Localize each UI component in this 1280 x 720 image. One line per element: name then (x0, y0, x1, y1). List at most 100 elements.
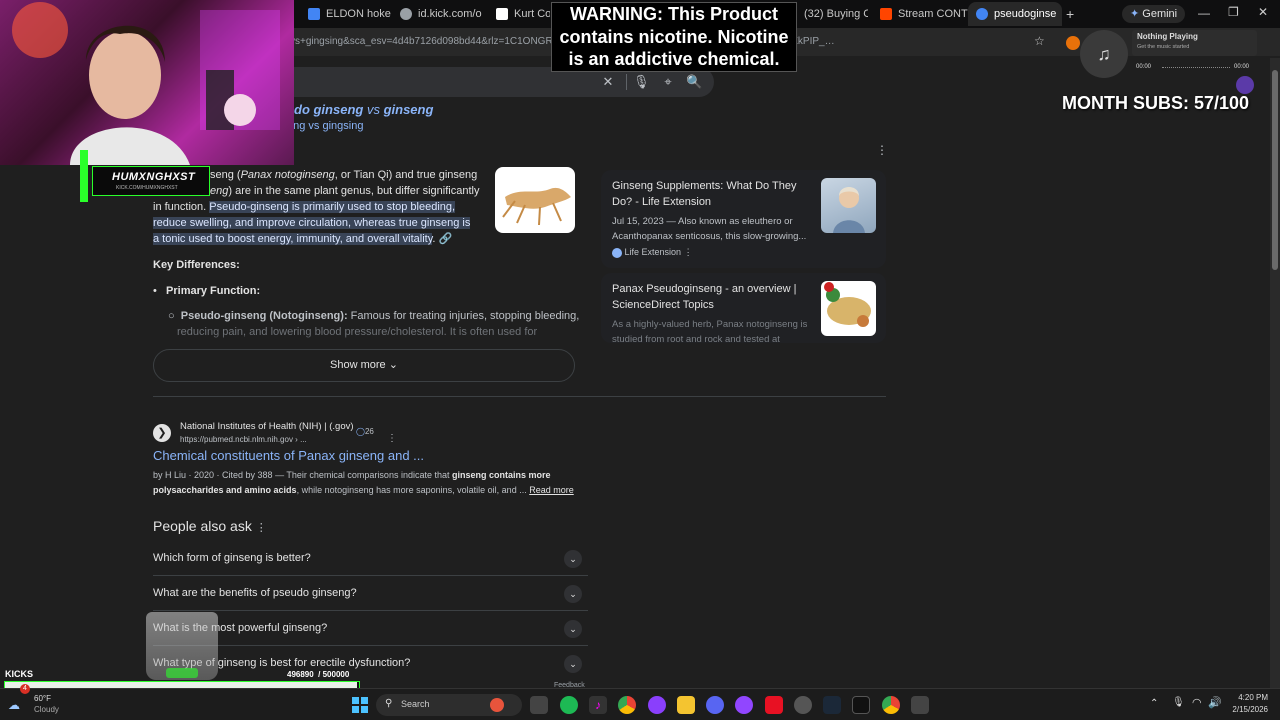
corrected-query[interactable]: do ginseng vs ginseng (294, 102, 433, 117)
cloud-icon: ☁ (8, 698, 20, 712)
chevron-up-icon[interactable]: ⌃ (1150, 698, 1158, 709)
gemini-button[interactable]: ✦ Gemini (1122, 5, 1186, 23)
section-divider (153, 396, 886, 397)
obs-icon[interactable] (735, 696, 753, 714)
task-view-icon[interactable] (530, 696, 548, 714)
tab-label: pseudoginse (994, 8, 1057, 20)
more-options-icon[interactable]: ⋮ (387, 433, 397, 444)
file-explorer-icon[interactable] (677, 696, 695, 714)
search-instead-link[interactable]: eng vs gingsing (287, 120, 363, 132)
card-source[interactable]: Life Extension ⋮ (612, 247, 693, 258)
minimize-icon[interactable]: — (1198, 6, 1210, 20)
music-progress-bar (1162, 67, 1230, 68)
card-title[interactable]: Panax Pseudoginseng - an overview | Scie… (612, 281, 812, 313)
query-part: ginseng (383, 102, 434, 117)
taskbar-search-label: Search (401, 699, 430, 709)
side-card-life-extension[interactable]: Ginseng Supplements: What Do They Do? - … (601, 170, 886, 268)
close-window-icon[interactable]: ✕ (1258, 5, 1268, 19)
mic-icon[interactable]: 🎙 (633, 74, 650, 90)
ginseng-root-image[interactable] (495, 167, 575, 233)
paa-question[interactable]: Which form of ginseng is better? ⌄ (153, 541, 588, 576)
taskbar-search-box[interactable]: ⚲ Search (376, 694, 522, 716)
steam-icon[interactable] (823, 696, 841, 714)
chevron-down-icon: ⌄ (564, 655, 582, 673)
root-illustration (502, 187, 571, 226)
read-more-link[interactable]: Read more (529, 485, 574, 495)
bookmark-star-icon[interactable]: ☆ (1034, 34, 1045, 48)
microphone-icon[interactable]: 🎙 (1172, 697, 1185, 708)
tab-eldon[interactable]: ELDON hoke ✕ (300, 2, 392, 26)
close-tab-icon[interactable]: ✕ (1056, 7, 1062, 21)
result-title-link[interactable]: Chemical constituents of Panax ginseng a… (153, 448, 424, 463)
discord-icon[interactable] (706, 696, 724, 714)
tab-favicon-icon (496, 8, 508, 20)
tab-label: id.kick.com/o (418, 8, 482, 20)
streamer-logo: HUMXNGHXST KICK.COM/HUMXNGHXST (78, 150, 210, 205)
chrome-icon[interactable] (618, 696, 636, 714)
result-badge: ◯26 (356, 427, 374, 436)
wifi-icon[interactable]: ◠ (1192, 696, 1202, 709)
webcam-illustration (12, 2, 280, 165)
search-highlight-icon (490, 698, 504, 712)
gemini-icon: ✦ (1130, 8, 1140, 20)
fade-mask (153, 334, 575, 350)
app-red-icon[interactable] (765, 696, 783, 714)
chrome-icon-2[interactable] (882, 696, 900, 714)
windows-start-icon[interactable] (352, 697, 368, 713)
gemini-label: Gemini (1142, 8, 1178, 20)
circle-icon: ◯ (356, 427, 365, 436)
terminal-icon[interactable] (852, 696, 870, 714)
app-purple-icon[interactable] (648, 696, 666, 714)
tab-favicon-icon (400, 8, 412, 20)
show-more-button[interactable]: Show more ⌄ (153, 349, 575, 382)
new-tab-button[interactable]: + (1066, 6, 1074, 22)
weather-widget[interactable]: ☁ (8, 694, 30, 714)
snipping-tool-icon[interactable] (911, 696, 929, 714)
overview-line-4: reduce swelling, and improve circulation… (153, 217, 471, 229)
more-options-icon[interactable]: ⋮ (256, 522, 267, 534)
card-title[interactable]: Ginseng Supplements: What Do They Do? - … (612, 178, 812, 210)
streamer-url: KICK.COM/HUMXNGHXST (116, 185, 178, 191)
search-icon[interactable]: 🔍 (686, 74, 702, 90)
maximize-icon[interactable]: ❐ (1228, 5, 1239, 19)
month-subs-counter: MONTH SUBS: 57/100 (1062, 93, 1250, 113)
scrollbar-thumb[interactable] (1272, 70, 1278, 270)
app-gray-icon[interactable] (794, 696, 812, 714)
result-site-name[interactable]: National Institutes of Health (NIH) | (.… (180, 421, 354, 432)
paa-question[interactable]: What are the benefits of pseudo ginseng?… (153, 576, 588, 611)
tab-kick-id[interactable]: id.kick.com/o ✕ (392, 2, 488, 26)
extension-icon[interactable] (1066, 36, 1080, 50)
lens-icon[interactable]: ⌖ (660, 74, 676, 90)
tab-pseudoginseng[interactable]: pseudoginse ✕ (968, 2, 1062, 26)
tab-youtube[interactable]: (32) Buying C ✕ (796, 2, 868, 26)
streamer-name: HUMXNGHXST (112, 171, 196, 183)
kicks-goal: / 500000 (318, 670, 350, 679)
bullet: • (153, 285, 157, 297)
side-card-sciencedirect[interactable]: Panax Pseudoginseng - an overview | Scie… (601, 273, 886, 343)
nicotine-warning-banner: WARNING: This Product contains nicotine.… (551, 2, 797, 72)
clock-time[interactable]: 4:20 PM (1228, 693, 1268, 702)
tab-label: ELDON hoke (326, 8, 391, 20)
music-app-icon[interactable]: ♪ (589, 696, 607, 714)
profile-avatar[interactable] (1236, 76, 1254, 94)
tab-stream[interactable]: Stream CONT ✕ (872, 2, 968, 26)
spotify-icon[interactable] (560, 696, 578, 714)
clear-search-icon[interactable]: ✕ (600, 74, 616, 90)
notoginseng-subitem: ○ Pseudo-ginseng (Notoginseng): Famous f… (168, 310, 580, 322)
clock-date[interactable]: 2/15/2026 (1226, 705, 1268, 714)
music-disc-icon: ♫ (1080, 30, 1128, 78)
divider (626, 74, 627, 90)
link-icon[interactable]: 🔗 (439, 233, 453, 245)
more-options-icon[interactable]: ⋮ (684, 247, 693, 257)
more-options-icon[interactable]: ⋮ (876, 143, 888, 157)
paa-question[interactable]: What is the most powerful ginseng? ⌄ (153, 611, 588, 646)
tab-label: Kurt Cobain (514, 8, 550, 20)
overview-line-5: a tonic used to boost energy, immunity, … (153, 233, 453, 245)
paa-question[interactable]: What type of ginseng is best for erectil… (153, 646, 588, 681)
volume-icon[interactable]: 🔊 (1208, 696, 1222, 709)
card-thumbnail-image (821, 178, 876, 233)
tab-kurt-cobain[interactable]: Kurt Cobain (488, 2, 550, 26)
page-scrollbar[interactable] (1270, 58, 1280, 688)
search-icon: ⚲ (385, 698, 393, 709)
result-url[interactable]: https://pubmed.ncbi.nlm.nih.gov › ... (180, 435, 307, 444)
